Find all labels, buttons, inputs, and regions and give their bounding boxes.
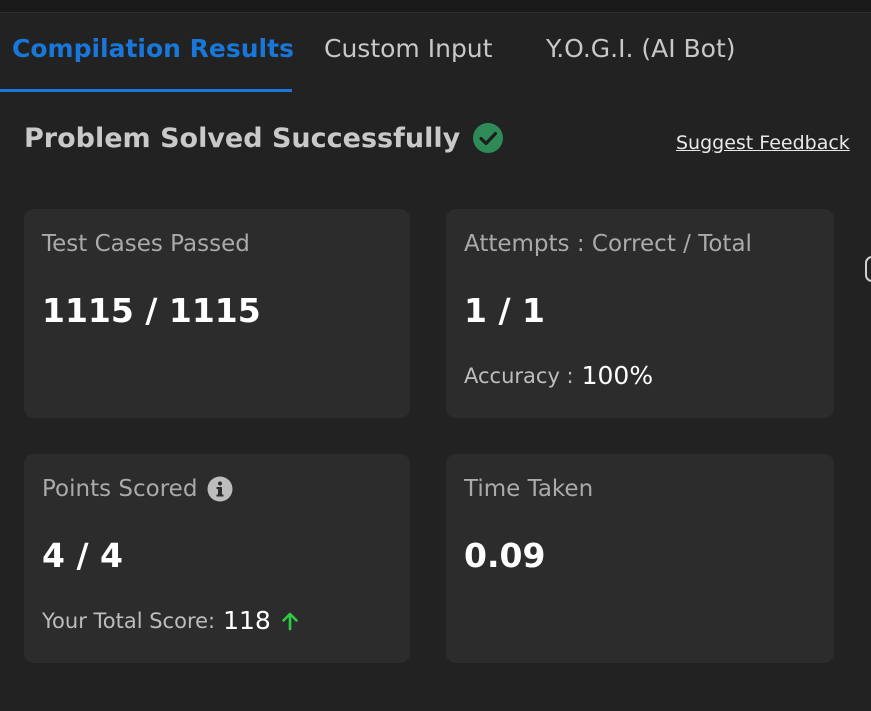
tab-compilation-results[interactable]: Compilation Results — [12, 34, 294, 63]
info-icon[interactable] — [207, 476, 233, 502]
total-score-row: Your Total Score: 118 — [42, 606, 301, 635]
status-title: Problem Solved Successfully — [24, 122, 461, 154]
points-card: Points Scored 4 / 4 Your Total Score: 11… — [24, 454, 410, 663]
points-label: Points Scored — [42, 476, 198, 502]
test-cases-label: Test Cases Passed — [42, 231, 250, 257]
test-cases-value: 1115 / 1115 — [42, 291, 261, 330]
scroll-handle[interactable] — [865, 256, 871, 282]
status-row: Problem Solved Successfully — [24, 118, 504, 158]
total-score-label: Your Total Score: — [42, 608, 216, 633]
tab-custom-input[interactable]: Custom Input — [324, 34, 492, 63]
time-label: Time Taken — [464, 476, 594, 502]
accuracy-value: 100% — [581, 361, 654, 390]
points-value: 4 / 4 — [42, 536, 123, 575]
total-score-value: 118 — [223, 606, 271, 635]
test-cases-card: Test Cases Passed 1115 / 1115 — [24, 209, 410, 418]
attempts-value: 1 / 1 — [464, 291, 545, 330]
active-tab-indicator — [0, 89, 292, 92]
points-label-row: Points Scored — [42, 476, 233, 502]
tab-yogi-ai-bot[interactable]: Y.O.G.I. (AI Bot) — [546, 34, 736, 63]
tab-bar: Compilation Results Custom Input Y.O.G.I… — [0, 12, 871, 92]
accuracy-row: Accuracy : 100% — [464, 361, 653, 390]
suggest-feedback-link[interactable]: Suggest Feedback — [676, 132, 850, 154]
attempts-label: Attempts : Correct / Total — [464, 231, 752, 257]
time-value: 0.09 — [464, 536, 546, 575]
attempts-card: Attempts : Correct / Total 1 / 1 Accurac… — [446, 209, 834, 418]
check-circle-icon — [472, 122, 504, 154]
accuracy-label: Accuracy : — [464, 363, 574, 388]
time-card: Time Taken 0.09 — [446, 454, 834, 663]
arrow-up-icon — [279, 610, 301, 632]
